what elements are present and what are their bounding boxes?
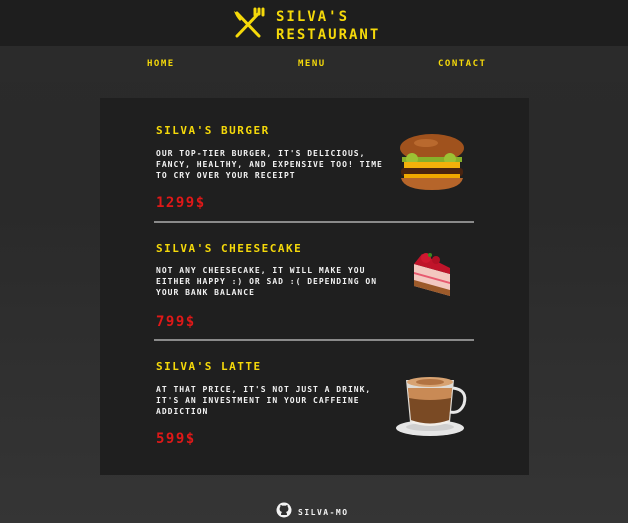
top-header: Silva's Restaurant bbox=[0, 0, 628, 46]
cheesecake-image bbox=[410, 250, 454, 302]
item-title: Silva's Latte bbox=[156, 360, 262, 373]
github-icon bbox=[276, 502, 292, 522]
footer-github-link[interactable]: Silva-Mo bbox=[276, 502, 349, 522]
item-description: Not any cheesecake, it will make you eit… bbox=[156, 266, 378, 297]
brand-name: Silva's Restaurant bbox=[276, 8, 380, 44]
burger-image bbox=[396, 132, 468, 192]
item-description: Our top-tier burger, it's delicious, fan… bbox=[156, 149, 383, 180]
item-description: At that price, it's not just a drink, it… bbox=[156, 385, 372, 416]
footer-label: Silva-Mo bbox=[298, 507, 349, 517]
item-divider bbox=[154, 221, 474, 223]
latte-image bbox=[392, 374, 470, 438]
brand-line-2: Restaurant bbox=[276, 27, 381, 43]
main-nav: Home Menu Contact bbox=[0, 46, 628, 82]
item-price: 1299$ bbox=[156, 195, 206, 211]
menu-card: Silva's Burger Our top-tier burger, it's… bbox=[100, 98, 529, 475]
nav-contact-link[interactable]: Contact bbox=[438, 59, 486, 69]
nav-menu-link[interactable]: Menu bbox=[298, 59, 326, 69]
item-price: 799$ bbox=[156, 314, 196, 330]
item-divider bbox=[154, 339, 474, 341]
brand[interactable]: Silva's Restaurant bbox=[230, 6, 380, 46]
fork-knife-icon bbox=[230, 6, 266, 46]
brand-line-1: Silva's bbox=[276, 9, 350, 25]
nav-home-link[interactable]: Home bbox=[147, 59, 175, 69]
